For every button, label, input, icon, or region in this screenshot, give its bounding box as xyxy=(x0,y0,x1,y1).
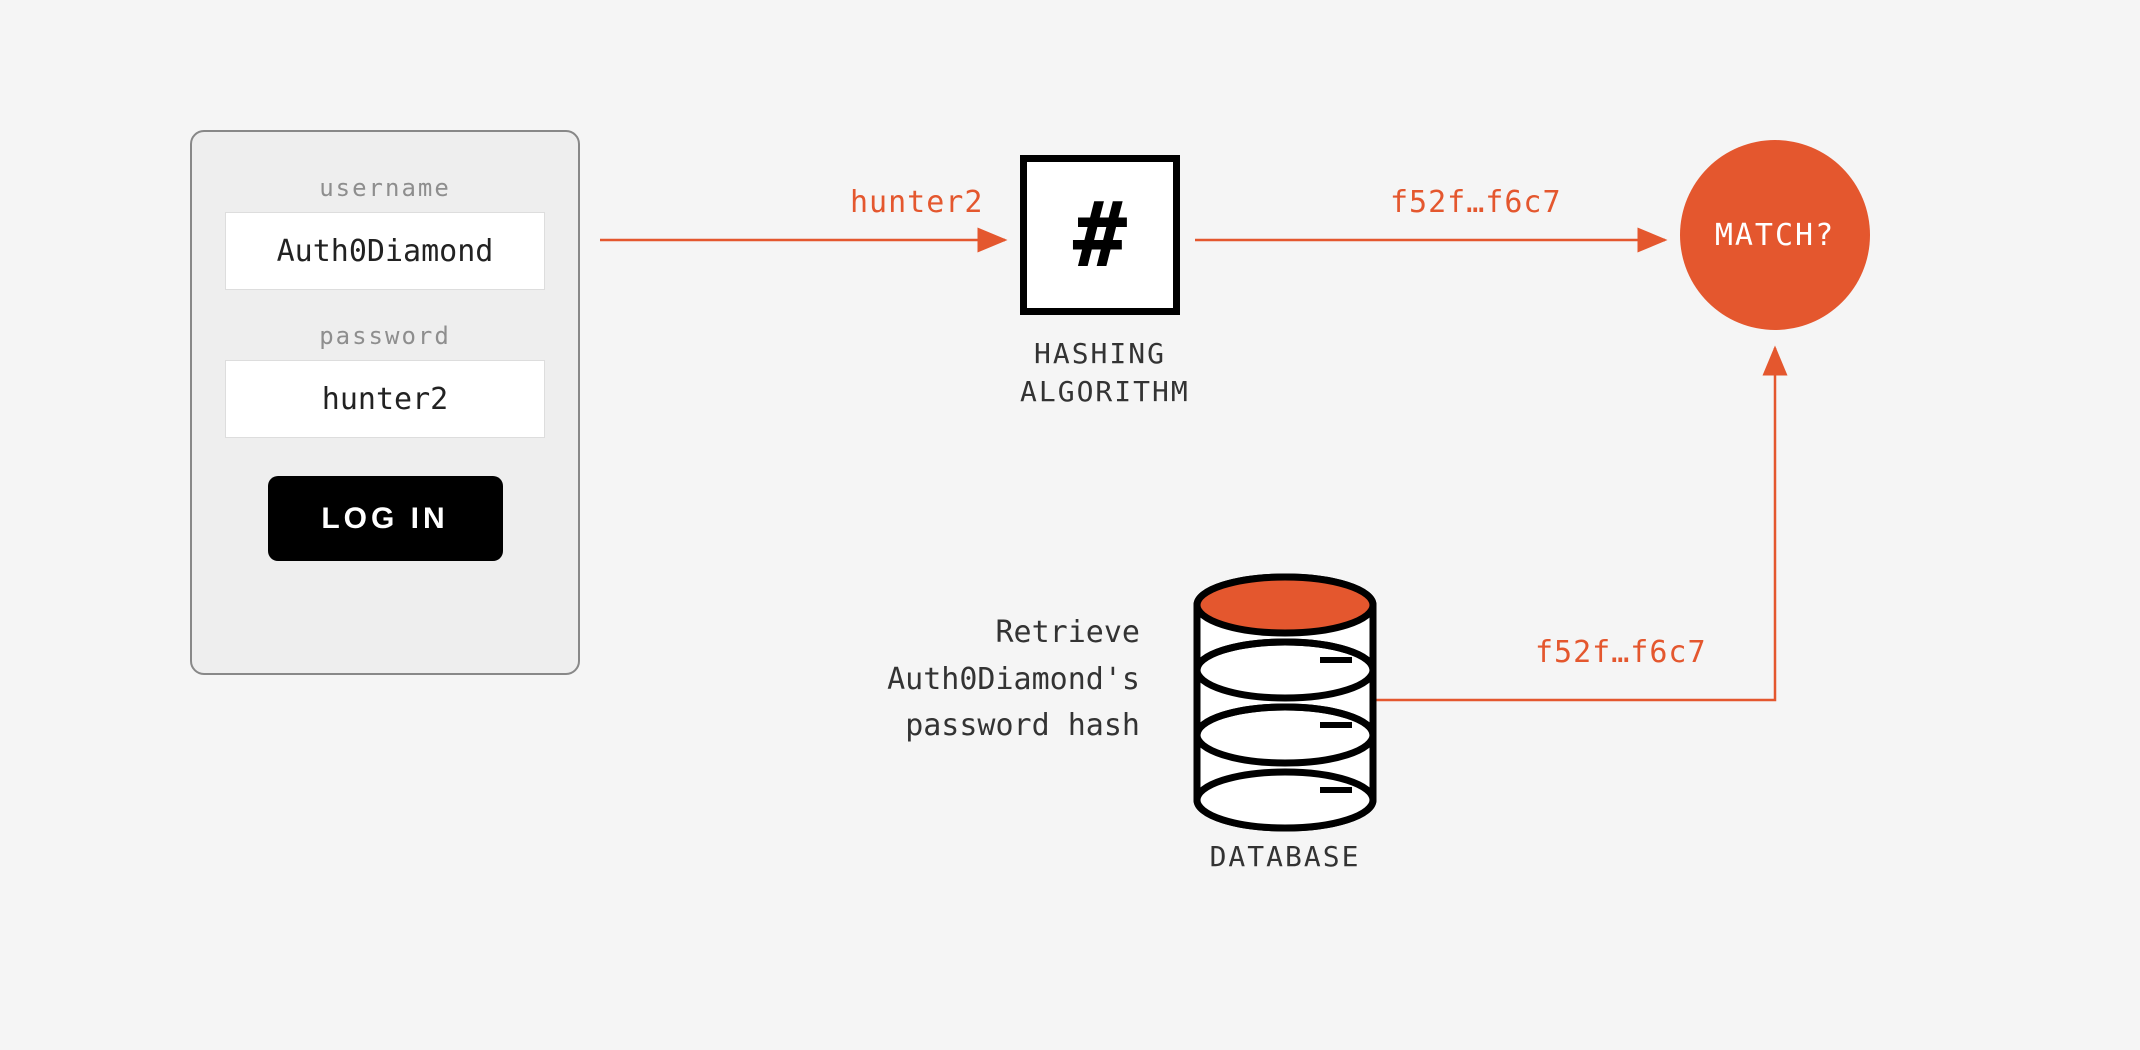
database-retrieve-text: Retrieve Auth0Diamond's password hash xyxy=(720,610,1140,750)
password-label: password xyxy=(319,322,451,350)
username-label: username xyxy=(319,174,451,202)
hash-algorithm-icon: # xyxy=(1020,155,1180,315)
arrow-label-hash-output: f52f…f6c7 xyxy=(1390,185,1562,220)
database-icon xyxy=(1197,577,1373,828)
username-field[interactable]: Auth0Diamond xyxy=(225,212,545,290)
login-form: username Auth0Diamond password hunter2 L… xyxy=(190,130,580,675)
login-button[interactable]: LOG IN xyxy=(268,476,503,561)
hash-algorithm-label: HASHING ALGORITHM xyxy=(1020,335,1180,411)
match-node: MATCH? xyxy=(1680,140,1870,330)
arrow-label-db-hash: f52f…f6c7 xyxy=(1535,635,1707,670)
arrow-label-plaintext: hunter2 xyxy=(850,185,983,220)
database-label: DATABASE xyxy=(1155,840,1415,873)
password-field[interactable]: hunter2 xyxy=(225,360,545,438)
